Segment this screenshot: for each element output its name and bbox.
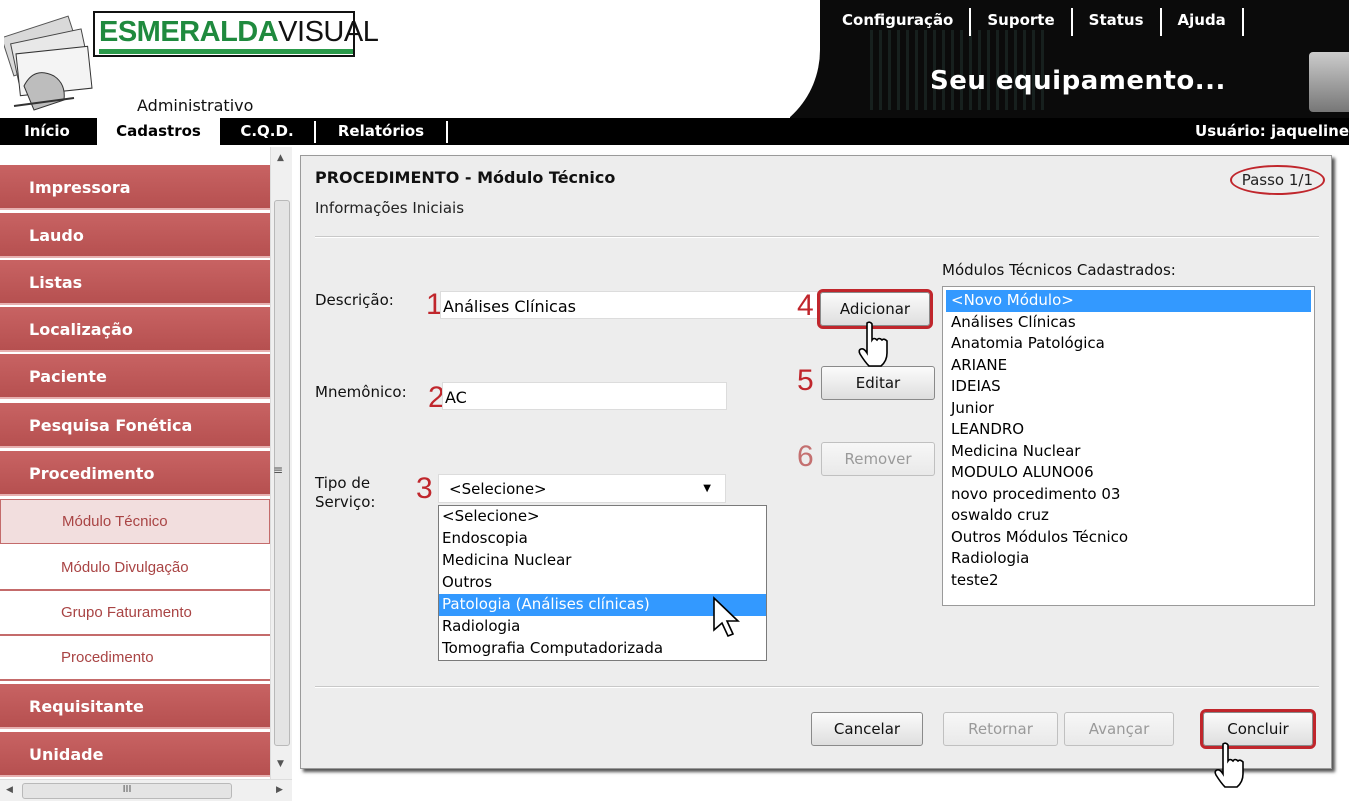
- dropdown-option[interactable]: <Selecione>: [439, 506, 766, 528]
- list-item[interactable]: IDEIAS: [946, 376, 1311, 398]
- list-item[interactable]: Junior: [946, 398, 1311, 420]
- top-menu-configuracao[interactable]: Configuração: [842, 8, 972, 36]
- sidebar-vertical-scrollbar[interactable]: ▲ ≡ ▼: [270, 147, 292, 779]
- hand-pointer-icon-concluir: [1214, 742, 1244, 788]
- module-label: Administrativo: [137, 96, 254, 115]
- tipo-servico-label-line2: Serviço:: [315, 493, 376, 511]
- top-menu-ajuda[interactable]: Ajuda: [1162, 8, 1244, 36]
- logo-secondary-text: VISUAL: [278, 16, 379, 48]
- list-item[interactable]: novo procedimento 03: [946, 484, 1311, 506]
- sidebar-item-laudo[interactable]: Laudo: [0, 213, 270, 258]
- list-item[interactable]: Análises Clínicas: [946, 312, 1311, 334]
- list-item[interactable]: Outros Módulos Técnico: [946, 527, 1311, 549]
- sidebar-item-unidade[interactable]: Unidade: [0, 732, 270, 777]
- hscrollbar-thumb[interactable]: III: [22, 783, 232, 799]
- top-menu-status[interactable]: Status: [1073, 8, 1162, 36]
- user-label: Usuário: jaqueline: [1195, 122, 1349, 140]
- arrow-pointer-icon: [713, 596, 740, 638]
- cancelar-button[interactable]: Cancelar: [811, 712, 923, 746]
- list-item[interactable]: oswaldo cruz: [946, 505, 1311, 527]
- logo-strip: [99, 49, 353, 63]
- scroll-up-icon[interactable]: ▲: [277, 153, 284, 163]
- mnemonico-input[interactable]: AC: [442, 382, 727, 410]
- step-indicator: Passo 1/1: [1229, 165, 1325, 195]
- tipo-servico-label: Tipo de Serviço:: [315, 474, 375, 512]
- procedure-panel: PROCEDIMENTO - Módulo Técnico Informaçõe…: [300, 155, 1332, 788]
- hand-pointer-icon: [858, 321, 888, 367]
- main-nav: Início Cadastros C.Q.D. Relatórios Usuár…: [0, 118, 1349, 145]
- avancar-button[interactable]: Avançar: [1064, 712, 1174, 746]
- divider-top: [315, 236, 1319, 238]
- step-number-6: 6: [797, 440, 814, 473]
- descricao-label: Descrição:: [315, 291, 394, 309]
- sidebar-item-impressora[interactable]: Impressora: [0, 165, 270, 210]
- sidebar-subitem-procedimento[interactable]: Procedimento: [0, 636, 270, 681]
- step-number-4: 4: [797, 289, 814, 322]
- mnemonico-label: Mnemônico:: [315, 383, 407, 401]
- sidebar-item-procedimento[interactable]: Procedimento: [0, 451, 270, 496]
- chevron-down-icon[interactable]: ▼: [703, 483, 711, 494]
- descricao-input[interactable]: Análises Clínicas: [440, 291, 818, 319]
- step-number-5: 5: [797, 364, 814, 397]
- sidebar-subitem-modulo-divulgacao[interactable]: Módulo Divulgação: [0, 546, 270, 591]
- editar-button[interactable]: Editar: [821, 366, 935, 400]
- logo-primary-text: ESMERALDA: [99, 16, 279, 48]
- tipo-servico-selected: <Selecione>: [449, 480, 547, 498]
- sidebar-subitem-grupo-faturamento[interactable]: Grupo Faturamento: [0, 591, 270, 636]
- page-title: PROCEDIMENTO - Módulo Técnico: [315, 168, 616, 187]
- nav-cqd[interactable]: C.Q.D.: [222, 118, 312, 145]
- list-item[interactable]: Radiologia: [946, 548, 1311, 570]
- retornar-button[interactable]: Retornar: [943, 712, 1058, 746]
- modules-listbox[interactable]: <Novo Módulo> Análises Clínicas Anatomia…: [942, 286, 1315, 606]
- scroll-down-icon[interactable]: ▼: [277, 759, 284, 769]
- tagline: Seu equipamento...: [930, 66, 1226, 96]
- dropdown-option[interactable]: Medicina Nuclear: [439, 550, 766, 572]
- list-item[interactable]: LEANDRO: [946, 419, 1311, 441]
- dropdown-option[interactable]: Outros: [439, 572, 766, 594]
- sidebar-subitem-modulo-tecnico[interactable]: Módulo Técnico: [0, 499, 270, 544]
- list-item-selected[interactable]: <Novo Módulo>: [946, 290, 1311, 312]
- concluir-button[interactable]: Concluir: [1200, 709, 1316, 749]
- page-subtitle: Informações Iniciais: [315, 199, 465, 217]
- top-menu-suporte[interactable]: Suporte: [971, 8, 1073, 36]
- list-item[interactable]: ARIANE: [946, 355, 1311, 377]
- tipo-servico-label-line1: Tipo de: [315, 474, 371, 492]
- logo[interactable]: ESMERALDAVISUAL: [93, 11, 379, 63]
- equipment-icon: [1309, 52, 1349, 112]
- logo-hand-cards-icon: [4, 15, 93, 111]
- modules-list-label: Módulos Técnicos Cadastrados:: [942, 261, 1176, 279]
- list-item[interactable]: Medicina Nuclear: [946, 441, 1311, 463]
- top-menu: Configuração Suporte Status Ajuda: [842, 8, 1244, 38]
- tipo-servico-select[interactable]: <Selecione> ▼: [438, 474, 726, 503]
- sidebar: Impressora Laudo Listas Localização Paci…: [0, 147, 270, 779]
- nav-inicio[interactable]: Início: [0, 118, 94, 145]
- scroll-right-icon[interactable]: ▶: [276, 785, 283, 795]
- remover-button[interactable]: Remover: [821, 442, 935, 476]
- dropdown-option[interactable]: Endoscopia: [439, 528, 766, 550]
- sidebar-horizontal-scrollbar[interactable]: ◀ III ▶: [0, 779, 292, 801]
- sidebar-item-listas[interactable]: Listas: [0, 260, 270, 305]
- nav-relatorios[interactable]: Relatórios: [318, 118, 444, 145]
- step-number-3: 3: [416, 472, 433, 505]
- sidebar-item-paciente[interactable]: Paciente: [0, 354, 270, 399]
- scroll-grip: ≡: [273, 463, 284, 477]
- list-item[interactable]: MODULO ALUNO06: [946, 462, 1311, 484]
- header: ESMERALDAVISUAL Administrativo Configura…: [0, 0, 1349, 118]
- sidebar-item-requisitante[interactable]: Requisitante: [0, 684, 270, 729]
- sidebar-item-pesquisa-fonetica[interactable]: Pesquisa Fonética: [0, 403, 270, 448]
- sidebar-item-localizacao[interactable]: Localização: [0, 307, 270, 352]
- list-item[interactable]: Anatomia Patológica: [946, 333, 1311, 355]
- divider-bottom: [315, 686, 1319, 688]
- scroll-left-icon[interactable]: ◀: [6, 785, 13, 795]
- list-item[interactable]: teste2: [946, 570, 1311, 592]
- nav-cadastros[interactable]: Cadastros: [97, 118, 220, 145]
